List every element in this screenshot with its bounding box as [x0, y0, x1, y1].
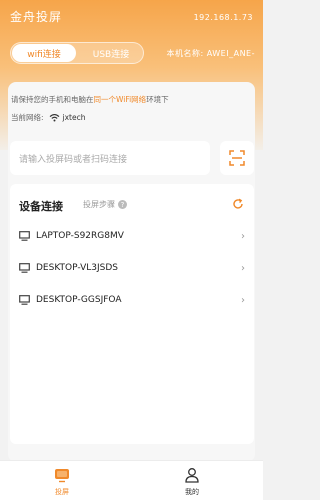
scan-icon: [229, 150, 245, 166]
scan-button[interactable]: [220, 141, 254, 175]
ip-address: 192.168.1.73: [193, 13, 253, 22]
person-icon: [185, 468, 199, 483]
cast-code-input[interactable]: 请输入投屏码或者扫码连接: [10, 141, 210, 175]
app-title: 金舟投屏: [10, 10, 63, 24]
tip-highlight: 同一个WiFi网络: [93, 95, 147, 104]
help-icon: ?: [118, 200, 127, 209]
network-tip: 请保持您的手机和电脑在同一个WiFi网络环境下: [11, 94, 169, 105]
device-name: LAPTOP-S92RG8MV: [36, 231, 124, 241]
tab-wifi[interactable]: wifi连接: [12, 44, 76, 62]
device-name: DESKTOP-GGSJFOA: [36, 295, 122, 305]
tab-usb[interactable]: USB连接: [79, 44, 143, 62]
refresh-icon[interactable]: [232, 198, 244, 210]
device-row[interactable]: DESKTOP-VL3JSDS ›: [10, 256, 254, 280]
connection-mode-switch: wifi连接 USB连接: [10, 42, 144, 64]
tip-text-after: 环境下: [146, 95, 169, 104]
chevron-right-icon: ›: [241, 262, 245, 274]
network-ssid: jxtech: [62, 113, 86, 122]
cast-steps-link[interactable]: 投屏步骤 ?: [83, 199, 127, 210]
wifi-icon: [49, 113, 59, 122]
device-list-card: 设备连接 投屏步骤 ? LAPTOP-S92RG8MV › DESKTOP-VL…: [10, 184, 254, 444]
current-network: 当前网络: jxtech: [11, 112, 86, 123]
steps-label: 投屏步骤: [83, 200, 115, 209]
chevron-right-icon: ›: [241, 294, 245, 306]
tv-icon: [55, 469, 69, 483]
device-row[interactable]: DESKTOP-GGSJFOA ›: [10, 288, 254, 312]
device-name: DESKTOP-VL3JSDS: [36, 263, 118, 273]
nav-mine-label: 我的: [185, 488, 199, 496]
computer-icon: [19, 263, 30, 273]
computer-icon: [19, 231, 30, 241]
network-label: 当前网络:: [11, 113, 44, 122]
device-row[interactable]: LAPTOP-S92RG8MV ›: [10, 224, 254, 248]
computer-icon: [19, 295, 30, 305]
tip-text-before: 请保持您的手机和电脑在: [11, 95, 94, 104]
nav-screen-cast[interactable]: 投屏: [42, 467, 82, 497]
local-device-name: 本机名称: AWEI_ANE-: [166, 49, 255, 58]
section-title: 设备连接: [19, 200, 63, 213]
chevron-right-icon: ›: [241, 230, 245, 242]
nav-screen-label: 投屏: [55, 488, 69, 496]
nav-mine[interactable]: 我的: [172, 467, 212, 497]
bottom-nav: 投屏 我的: [0, 460, 263, 500]
